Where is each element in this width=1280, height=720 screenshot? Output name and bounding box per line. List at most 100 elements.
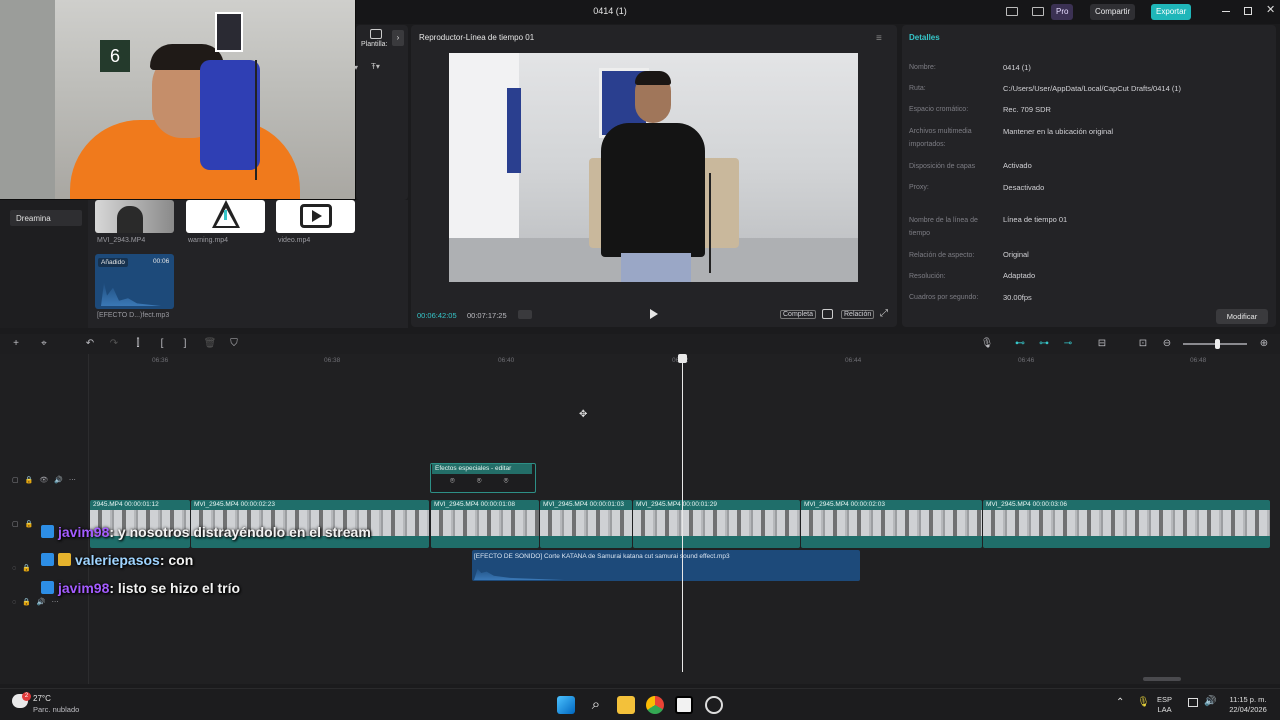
tripod <box>255 60 257 180</box>
track-controls[interactable]: ▢🔒👁🔊⋯ <box>12 476 82 484</box>
media-thumb-video[interactable] <box>276 200 355 233</box>
video-tripod <box>709 173 711 273</box>
redo-icon[interactable]: ↷ <box>107 338 121 349</box>
layout-icon[interactable] <box>1006 7 1018 16</box>
shield-icon[interactable]: ⛉ <box>227 338 241 349</box>
detail-value: Desactivado <box>1003 183 1045 192</box>
split-icon[interactable]: ⫿ <box>131 338 145 349</box>
templates-label[interactable]: Plantilla: <box>361 41 387 48</box>
capcut-icon[interactable] <box>675 696 693 714</box>
detail-value: Activado <box>1003 161 1032 170</box>
network-icon[interactable] <box>1188 698 1198 707</box>
export-label: Exportar <box>1156 7 1187 16</box>
start-icon[interactable] <box>557 696 575 714</box>
clip-label: MVI_2945.MP4 00:00:02:03 <box>804 501 885 508</box>
details-title: Detalles <box>909 33 940 42</box>
video-clip[interactable]: MVI_2945.MP4 00:00:02:03 <box>801 500 982 548</box>
chat-message: valeriepasos: con <box>41 552 193 568</box>
timeline-scrollbar[interactable] <box>1143 677 1181 681</box>
video-clip[interactable]: MVI_2945.MP4 00:00:01:03 <box>540 500 632 548</box>
delete-icon[interactable]: 🗑 <box>203 338 217 349</box>
volume-icon[interactable]: 🔊 <box>1204 696 1216 707</box>
obs-icon[interactable] <box>705 696 723 714</box>
trim-right-icon[interactable]: ] <box>178 338 192 349</box>
ruler-tick: 06:46 <box>1018 357 1035 364</box>
pro-button[interactable]: Pro <box>1051 4 1074 20</box>
link-icon[interactable]: ⊷ <box>1013 338 1027 349</box>
undo-icon[interactable]: ↶ <box>83 338 97 349</box>
file-explorer-icon[interactable] <box>617 696 635 714</box>
collapse-arrow-icon[interactable]: › <box>392 30 404 46</box>
detail-value: Original <box>1003 250 1029 259</box>
modify-button[interactable]: Modificar <box>1216 309 1268 324</box>
screenshot-icon[interactable] <box>822 309 833 319</box>
lang-secondary: LAA <box>1157 705 1172 714</box>
detail-key: Espacio cromático: <box>909 106 969 113</box>
track-controls[interactable]: ▢🔒 <box>12 520 39 528</box>
minimize-icon[interactable] <box>1222 11 1230 12</box>
media-thumb-warning[interactable] <box>186 200 265 233</box>
player-title: Reproductor-Línea de tiempo 01 <box>419 33 535 42</box>
video-clip[interactable]: MVI_2945.MP4 00:00:01:29 <box>633 500 800 548</box>
mic-tray-icon[interactable]: 🎙 <box>1137 697 1150 708</box>
snap-icon[interactable]: ⊸ <box>1061 338 1075 349</box>
lang-primary: ESP <box>1157 695 1173 704</box>
media-thumb-label: video.mp4 <box>278 237 311 244</box>
close-icon[interactable]: ✕ <box>1266 3 1275 16</box>
templates-icon[interactable] <box>370 29 382 39</box>
media-thumb-mvi2943[interactable] <box>95 200 174 233</box>
language-indicator[interactable]: ESP LAA <box>1157 695 1172 715</box>
preview-axis-icon[interactable]: ⊟ <box>1095 338 1109 349</box>
add-track-icon[interactable]: + <box>9 338 23 349</box>
full-quality-button[interactable]: Completa <box>780 310 816 319</box>
track-controls[interactable]: ◌🔒 <box>12 564 37 572</box>
mic-icon[interactable]: 🎙 <box>980 338 994 349</box>
ruler-tick: 06:38 <box>324 357 341 364</box>
wall-frame <box>215 12 243 52</box>
weather-desc: Parc. nublado <box>33 705 80 714</box>
playhead[interactable] <box>682 356 683 672</box>
detail-value: Mantener en la ubicación original <box>1003 127 1114 136</box>
ruler-tick: 06:44 <box>845 357 862 364</box>
share-label: Compartir <box>1095 7 1131 16</box>
video-preview[interactable] <box>449 53 858 282</box>
clock[interactable]: 11:15 p. m. 22/04/2026 <box>1222 695 1274 715</box>
clip-frames <box>983 510 1270 536</box>
timecode-icon[interactable] <box>518 310 532 319</box>
tray-chevron-icon[interactable]: ⌃ <box>1116 697 1124 708</box>
zoom-slider-handle[interactable] <box>1215 339 1220 349</box>
effects-clip-label: Efectos especiales - editar <box>432 464 532 474</box>
maximize-icon[interactable] <box>1244 7 1252 15</box>
search-icon[interactable]: ⌕ <box>587 696 605 714</box>
magnet-icon[interactable]: ⊶ <box>1037 338 1051 349</box>
video-clip[interactable]: MVI_2945.MP4 00:00:03:06 <box>983 500 1270 548</box>
zoom-in-icon[interactable]: ⊕ <box>1257 338 1271 349</box>
keyboard-icon[interactable] <box>1032 7 1044 16</box>
player-menu-icon[interactable]: ≡ <box>876 33 882 44</box>
media-thumb-audio[interactable]: Añadido 00:06 <box>95 254 174 309</box>
track-controls[interactable]: ◌🔒🔊⋯ <box>12 598 65 606</box>
chat-badge-icon <box>41 581 54 594</box>
fullscreen-icon[interactable]: ⤢ <box>880 308 888 319</box>
detail-value: C:/Users/User/AppData/Local/CapCut Draft… <box>1003 84 1181 93</box>
share-button[interactable]: Compartir <box>1090 4 1136 20</box>
zoom-out-icon[interactable]: ⊖ <box>1160 338 1174 349</box>
sidebar-item-dreamina[interactable]: Dreamina <box>10 210 82 226</box>
caption-icon[interactable]: ⊡ <box>1136 338 1150 349</box>
filter-icon[interactable]: Ŧ▾ <box>371 62 380 71</box>
clip-label: MVI_2945.MP4 00:00:01:29 <box>636 501 717 508</box>
video-clip[interactable]: MVI_2945.MP4 00:00:01:08 <box>431 500 539 548</box>
chrome-icon[interactable] <box>646 696 664 714</box>
trim-left-icon[interactable]: [ <box>155 338 169 349</box>
detail-value: Línea de tiempo 01 <box>1003 215 1068 224</box>
export-button[interactable]: Exportar <box>1151 4 1192 20</box>
select-tool-icon[interactable]: ⌖ <box>37 338 51 349</box>
clip-label: 2945.MP4 00:00:01:12 <box>93 501 159 508</box>
play-button[interactable] <box>650 309 658 319</box>
ratio-button[interactable]: Relación <box>841 310 875 319</box>
effects-keyframes: ⌾⌾⌾ <box>450 476 531 485</box>
track-headers <box>0 354 89 684</box>
chat-badge-icon <box>41 553 54 566</box>
sort-icon[interactable]: ▾ <box>354 63 358 72</box>
chat-badge-icon <box>41 525 54 538</box>
